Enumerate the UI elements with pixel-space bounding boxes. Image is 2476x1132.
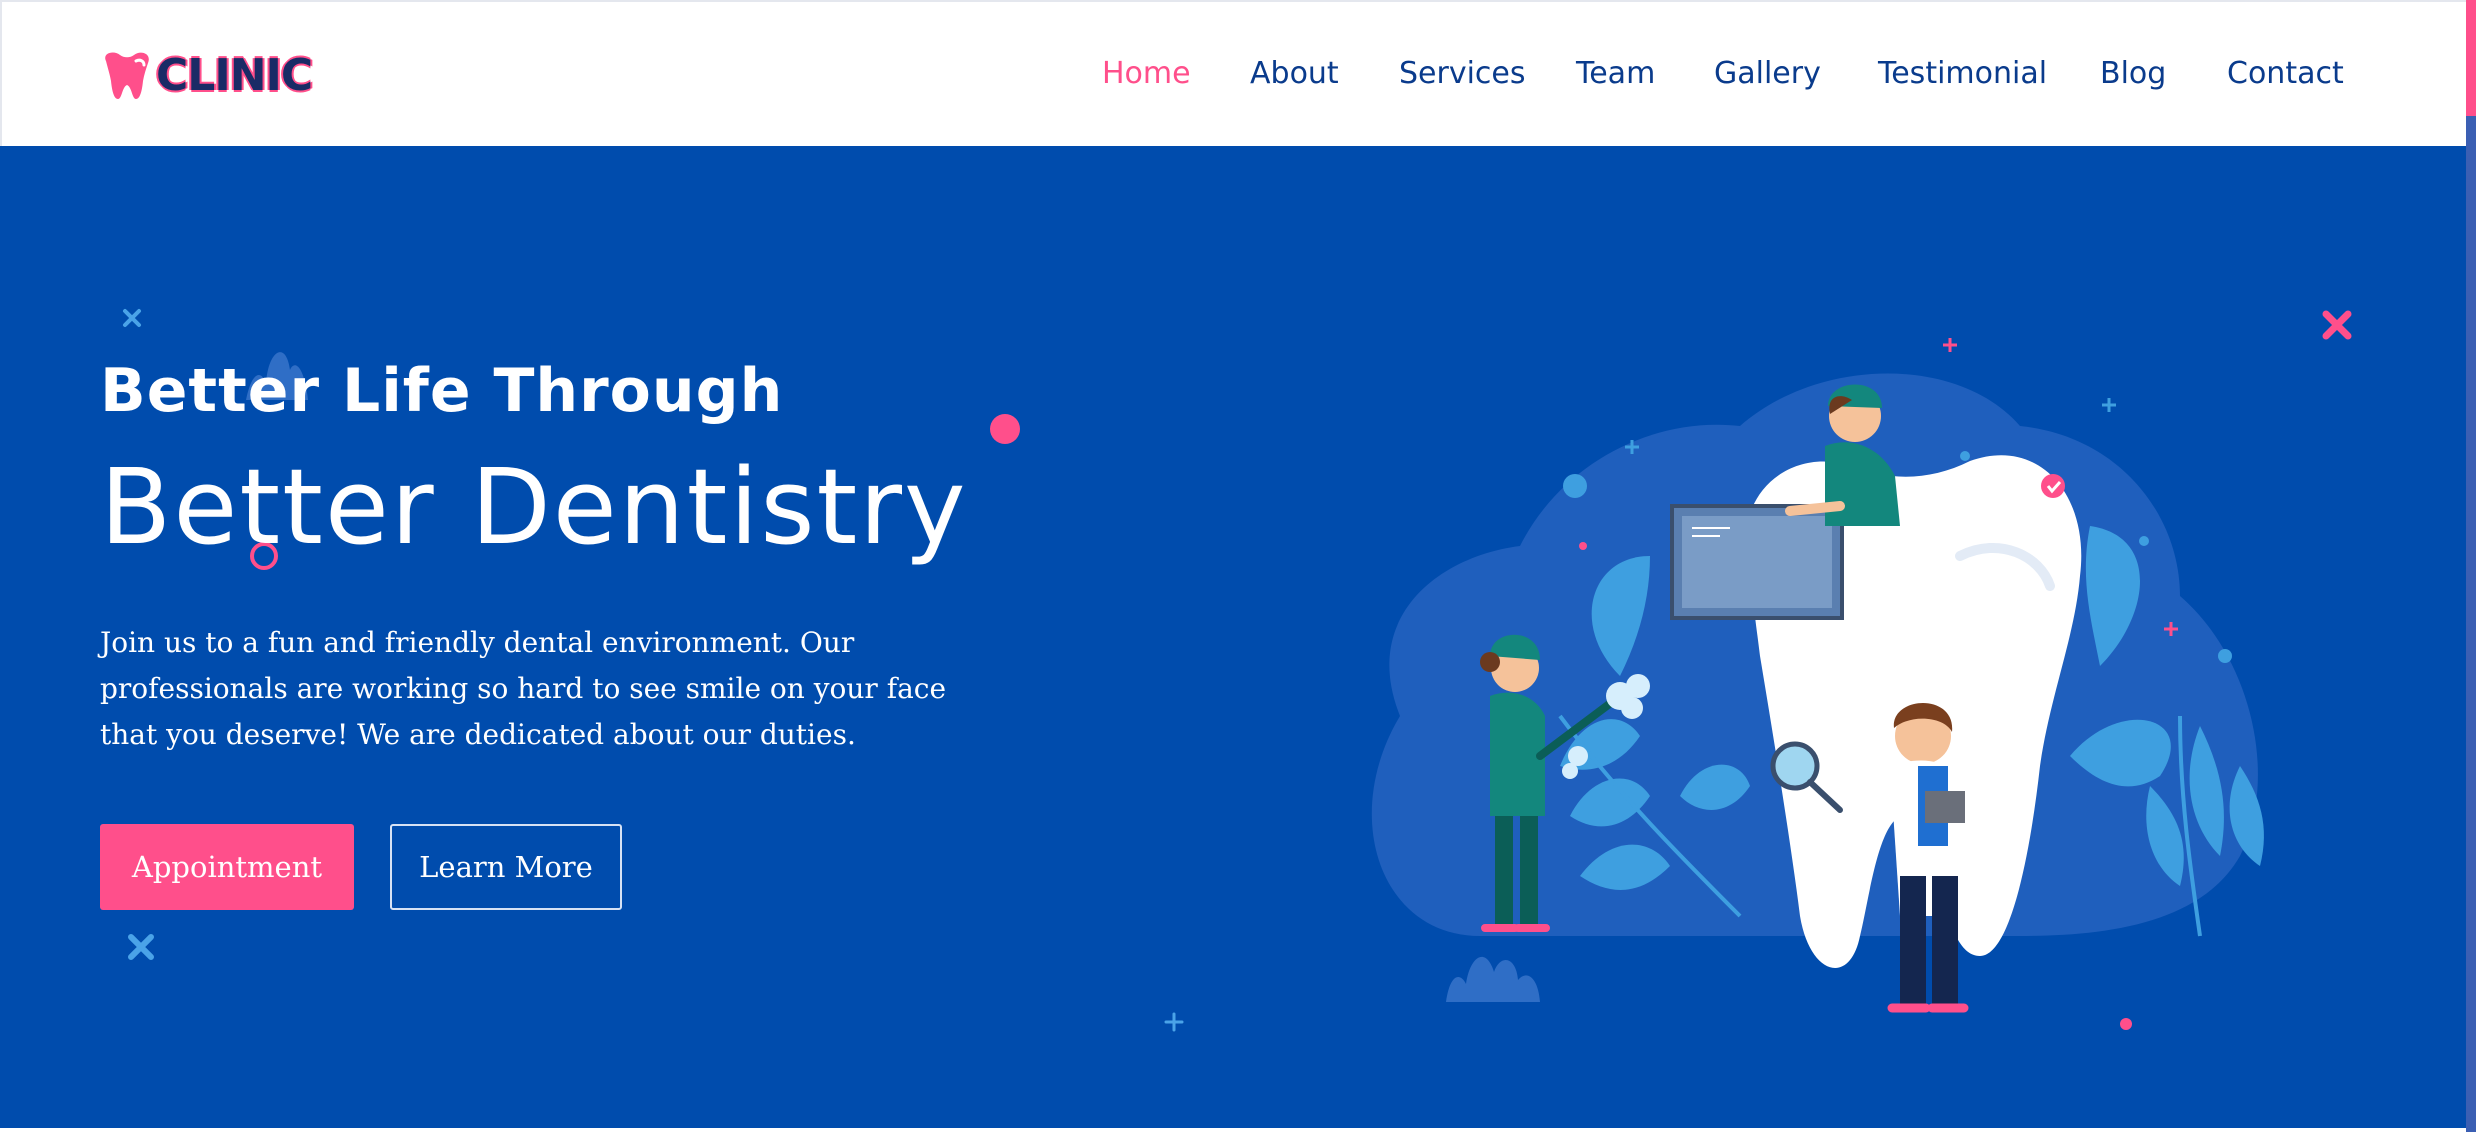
dentist-team-illustration	[1371, 338, 2264, 1013]
hero-subtitle: Better Life Through	[100, 356, 784, 426]
scrollbar-track[interactable]	[2466, 116, 2476, 1132]
nav-testimonial[interactable]: Testimonial	[1878, 52, 2047, 96]
nav-team[interactable]: Team	[1576, 52, 1655, 96]
plus-deco-icon	[1164, 1012, 1184, 1032]
nav-services[interactable]: Services	[1399, 52, 1526, 96]
nav-about[interactable]: About	[1250, 52, 1339, 96]
cross-deco-icon	[128, 934, 154, 960]
dot-deco-icon	[990, 414, 1020, 444]
cross-deco-icon	[2322, 310, 2352, 340]
appointment-button[interactable]: Appointment	[100, 824, 354, 910]
site-header: CLINIC Home About Services Team Gallery …	[0, 0, 2468, 146]
nav-blog[interactable]: Blog	[2100, 52, 2166, 96]
nav-gallery[interactable]: Gallery	[1714, 52, 1821, 96]
hero-section: Better Life Through Better Dentistry Joi…	[0, 146, 2466, 1128]
hero-description: Join us to a fun and friendly dental env…	[100, 626, 947, 751]
dot-deco-icon	[2120, 1018, 2132, 1030]
nav-home[interactable]: Home	[1102, 52, 1191, 96]
main-nav: Home About Services Team Gallery Testimo…	[2, 52, 2466, 96]
cross-deco-icon	[123, 309, 141, 327]
hero-title: Better Dentistry	[100, 446, 968, 568]
scrollbar-thumb[interactable]	[2466, 0, 2476, 116]
learn-more-button[interactable]: Learn More	[390, 824, 622, 910]
nav-contact[interactable]: Contact	[2227, 52, 2344, 96]
